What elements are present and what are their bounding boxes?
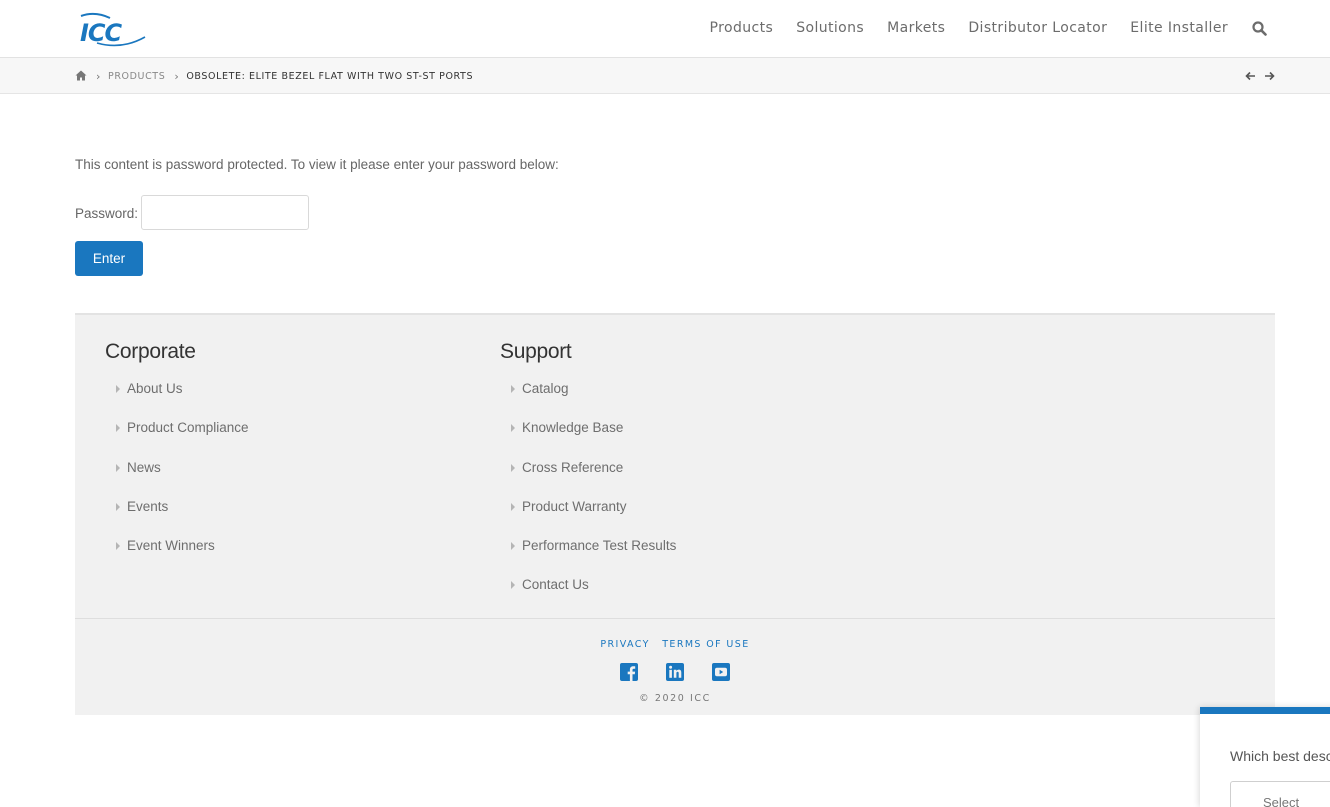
breadcrumb-products[interactable]: PRODUCTS bbox=[108, 71, 165, 82]
footer-link-label: Product Warranty bbox=[522, 498, 627, 514]
copyright-text: © 2020 ICC bbox=[639, 693, 711, 704]
footer-link-label: News bbox=[127, 459, 161, 475]
password-prompt: This content is password protected. To v… bbox=[75, 157, 559, 172]
footer-legal-links: PRIVACY TERMS OF USE bbox=[75, 639, 1275, 650]
chevron-right-icon: › bbox=[174, 69, 180, 83]
footer-link-label: Product Compliance bbox=[127, 420, 249, 436]
footer-support-title: Support bbox=[500, 340, 572, 363]
caret-right-icon bbox=[116, 542, 120, 551]
chevron-right-icon: › bbox=[96, 69, 101, 83]
footer-link-product-compliance[interactable]: Product Compliance bbox=[116, 420, 249, 459]
footer-link-label: Event Winners bbox=[127, 538, 215, 554]
caret-right-icon bbox=[511, 424, 515, 433]
footer-corporate: Corporate About Us Product Compliance Ne… bbox=[105, 340, 249, 577]
nav-elite-installer[interactable]: Elite Installer bbox=[1130, 20, 1228, 36]
linkedin-icon[interactable] bbox=[665, 662, 685, 682]
footer-link-event-winners[interactable]: Event Winners bbox=[116, 538, 249, 577]
footer-link-about-us[interactable]: About Us bbox=[116, 381, 249, 420]
footer-link-label: Catalog bbox=[522, 381, 569, 396]
terms-of-use-link[interactable]: TERMS OF USE bbox=[662, 639, 749, 650]
caret-right-icon bbox=[511, 463, 515, 472]
caret-right-icon bbox=[511, 502, 515, 511]
nav-products[interactable]: Products bbox=[710, 20, 774, 36]
breadcrumb: › PRODUCTS › OBSOLETE: ELITE BEZEL FLAT … bbox=[75, 58, 473, 94]
survey-select[interactable]: Select bbox=[1230, 781, 1330, 807]
nav-markets[interactable]: Markets bbox=[887, 20, 945, 36]
nav-solutions[interactable]: Solutions bbox=[796, 20, 864, 36]
breadcrumb-bar: › PRODUCTS › OBSOLETE: ELITE BEZEL FLAT … bbox=[0, 58, 1330, 94]
footer-link-label: Cross Reference bbox=[522, 459, 624, 475]
home-icon[interactable] bbox=[75, 70, 87, 82]
footer-link-label: Contact Us bbox=[522, 577, 589, 593]
caret-right-icon bbox=[116, 424, 120, 433]
caret-right-icon bbox=[511, 581, 515, 590]
footer-link-events[interactable]: Events bbox=[116, 499, 249, 538]
footer-link-news[interactable]: News bbox=[116, 460, 249, 499]
site-header: ICC Products Solutions Markets Distribut… bbox=[0, 0, 1330, 58]
footer-link-contact-us[interactable]: Contact Us bbox=[511, 577, 676, 616]
footer-link-label: About Us bbox=[127, 381, 183, 396]
footer-link-cross-reference[interactable]: Cross Reference bbox=[511, 460, 676, 499]
password-field[interactable] bbox=[141, 195, 309, 230]
footer-support: Support Catalog Knowledge Base Cross Ref… bbox=[500, 340, 676, 617]
footer-link-catalog[interactable]: Catalog bbox=[511, 381, 676, 420]
post-navigation bbox=[1239, 58, 1275, 94]
footer-widgets: Corporate About Us Product Compliance Ne… bbox=[75, 313, 1275, 618]
caret-right-icon bbox=[116, 502, 120, 511]
caret-right-icon bbox=[511, 385, 515, 393]
footer-link-label: Events bbox=[127, 498, 169, 514]
footer-link-label: Performance Test Results bbox=[522, 538, 677, 554]
footer-bottom: PRIVACY TERMS OF USE © 2020 ICC bbox=[75, 618, 1275, 715]
social-links bbox=[75, 662, 1275, 682]
youtube-icon[interactable] bbox=[711, 662, 731, 682]
footer-link-label: Knowledge Base bbox=[522, 420, 624, 436]
search-icon[interactable] bbox=[1252, 20, 1268, 36]
svg-text:ICC: ICC bbox=[80, 19, 123, 47]
footer-link-knowledge-base[interactable]: Knowledge Base bbox=[511, 420, 676, 459]
survey-question: Which best desc bbox=[1230, 748, 1330, 764]
footer-link-performance-test-results[interactable]: Performance Test Results bbox=[511, 538, 676, 577]
footer-corporate-links: About Us Product Compliance News Events … bbox=[105, 381, 249, 577]
footer-link-product-warranty[interactable]: Product Warranty bbox=[511, 499, 676, 538]
facebook-icon[interactable] bbox=[619, 662, 639, 682]
breadcrumb-current: OBSOLETE: ELITE BEZEL FLAT WITH TWO ST-S… bbox=[186, 70, 474, 82]
footer-support-links: Catalog Knowledge Base Cross Reference P… bbox=[500, 381, 676, 617]
icc-logo[interactable]: ICC bbox=[77, 12, 149, 48]
caret-right-icon bbox=[511, 542, 515, 551]
enter-button[interactable]: Enter bbox=[75, 241, 143, 276]
caret-right-icon bbox=[116, 463, 120, 472]
main-nav: Products Solutions Markets Distributor L… bbox=[687, 0, 1268, 56]
footer-corporate-title: Corporate bbox=[105, 340, 196, 363]
privacy-link[interactable]: PRIVACY bbox=[600, 639, 649, 650]
survey-widget: Which best desc Select bbox=[1200, 707, 1330, 807]
arrow-left-icon[interactable] bbox=[1245, 70, 1257, 82]
arrow-right-icon[interactable] bbox=[1263, 70, 1275, 82]
password-label: Password: bbox=[75, 206, 139, 221]
nav-distributor-locator[interactable]: Distributor Locator bbox=[968, 20, 1107, 36]
caret-right-icon bbox=[116, 385, 120, 393]
